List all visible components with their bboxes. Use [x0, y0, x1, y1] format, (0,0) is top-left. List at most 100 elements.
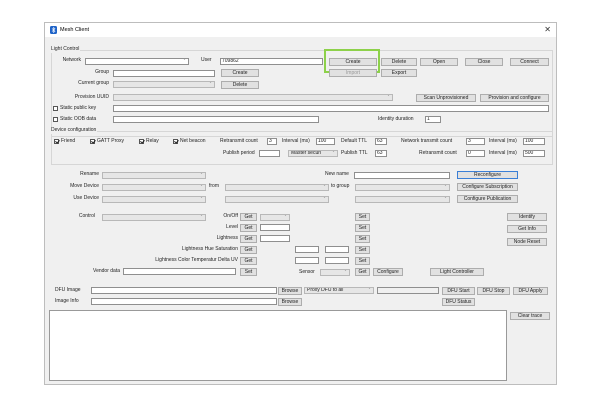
close-icon[interactable]: ✕	[544, 25, 551, 34]
relay-checkbox[interactable]	[139, 139, 144, 144]
user-field[interactable]: 709862	[220, 58, 323, 65]
chevron-down-icon: ﹀	[342, 269, 348, 275]
net-beacon-checkbox[interactable]	[173, 139, 178, 144]
static-oob-field[interactable]	[113, 116, 319, 123]
create-group-button[interactable]: Create	[221, 69, 259, 77]
publish-period-field[interactable]	[259, 150, 280, 157]
ctl-set-button[interactable]: Set	[355, 257, 370, 265]
ctl-delta-uv-field[interactable]	[325, 257, 349, 264]
connect-button[interactable]: Connect	[510, 58, 549, 66]
import-button[interactable]: Import	[329, 69, 377, 77]
open-button[interactable]: Open	[420, 58, 458, 66]
reconfigure-button[interactable]: Reconfigure	[457, 171, 518, 179]
gatt-proxy-label: GATT Proxy	[97, 138, 125, 144]
retransmit-count-field[interactable]: 3	[267, 138, 277, 145]
retransmit-count2-field[interactable]: 0	[466, 150, 485, 157]
default-ttl-field[interactable]: 63	[375, 138, 387, 145]
friend-label: Friend	[61, 138, 76, 144]
saturation-field[interactable]	[325, 246, 349, 253]
use-device-element-dropdown[interactable]: ﹀	[355, 196, 450, 203]
hue-saturation-get-button[interactable]: Get	[240, 246, 257, 254]
onoff-dropdown[interactable]: ﹀	[260, 214, 290, 221]
static-public-key-field[interactable]	[113, 105, 549, 112]
identify-button[interactable]: Identify	[507, 213, 547, 221]
hue-saturation-set-button[interactable]: Set	[355, 246, 370, 254]
vendor-set-button[interactable]: Set	[240, 268, 257, 276]
publish-ttl-label: Publish TTL	[341, 150, 368, 156]
trace-log[interactable]	[49, 310, 507, 381]
master-security-dropdown[interactable]: Master securi ﹀	[288, 150, 338, 157]
identity-duration-field[interactable]: 1	[425, 116, 441, 123]
hue-saturation-label: Lightness Hue Saturation	[181, 246, 238, 252]
network-dropdown[interactable]: ﹀	[85, 58, 189, 65]
scan-unprovisioned-button[interactable]: Scan Unprovisioned	[416, 94, 476, 102]
chevron-down-icon: ﹀	[321, 184, 327, 190]
configure-publication-button[interactable]: Configure Publication	[457, 195, 518, 203]
network-interval-label: Interval (ms)	[489, 138, 517, 144]
lightness-field[interactable]	[260, 235, 290, 242]
delete-group-button[interactable]: Delete	[221, 81, 259, 89]
use-device-model-dropdown[interactable]: ﹀	[225, 196, 329, 203]
lightness-get-button[interactable]: Get	[240, 235, 257, 243]
retransmit-count-label: Retransmit count	[220, 138, 258, 144]
dfu-status-button[interactable]: DFU Status	[442, 298, 475, 306]
chevron-down-icon: ﹀	[321, 196, 327, 202]
control-dropdown[interactable]: ﹀	[102, 214, 206, 221]
clear-trace-button[interactable]: Clear trace	[510, 312, 550, 320]
provision-configure-button[interactable]: Provision and configure	[480, 94, 549, 102]
image-info-browse-button[interactable]: Browse	[278, 298, 302, 306]
publish-ttl-field[interactable]: 63	[375, 150, 387, 157]
friend-checkbox[interactable]	[54, 139, 59, 144]
dfu-start-button[interactable]: DFU Start	[442, 287, 475, 295]
gatt-proxy-checkbox[interactable]	[90, 139, 95, 144]
dfu-browse-button[interactable]: Browse	[278, 287, 302, 295]
dfu-apply-button[interactable]: DFU Apply	[513, 287, 548, 295]
move-device-dropdown[interactable]: ﹀	[102, 184, 206, 191]
sensor-get-button[interactable]: Get	[355, 268, 370, 276]
ctl-temperature-field[interactable]	[295, 257, 319, 264]
onoff-set-button[interactable]: Set	[355, 213, 370, 221]
get-info-button[interactable]: Get Info	[507, 225, 547, 233]
static-oob-checkbox[interactable]	[53, 117, 58, 122]
delete-network-button[interactable]: Delete	[381, 58, 417, 66]
level-get-button[interactable]: Get	[240, 224, 257, 232]
rename-label: Rename	[80, 171, 99, 177]
lightness-set-button[interactable]: Set	[355, 235, 370, 243]
proxy-dfu-dropdown[interactable]: Proxy DFU to all ﹀	[304, 287, 374, 294]
provision-uuid-dropdown[interactable]: ﹀	[113, 94, 393, 101]
level-field[interactable]	[260, 224, 290, 231]
node-reset-button[interactable]: Node Reset	[507, 238, 547, 246]
light-control-label: Light Control	[51, 46, 81, 53]
image-info-field[interactable]	[91, 298, 277, 305]
sensor-configure-button[interactable]: Configure	[373, 268, 403, 276]
chevron-down-icon: ﹀	[282, 214, 288, 220]
light-controller-button[interactable]: Light Controller	[430, 268, 484, 276]
interval-field[interactable]: 100	[316, 138, 335, 145]
static-public-key-checkbox[interactable]	[53, 106, 58, 111]
user-label: User	[201, 57, 212, 63]
group-field[interactable]	[113, 70, 215, 77]
onoff-get-button[interactable]: Get	[240, 213, 257, 221]
level-set-button[interactable]: Set	[355, 224, 370, 232]
use-device-dropdown[interactable]: ﹀	[102, 196, 206, 203]
from-group-dropdown[interactable]: ﹀	[225, 184, 329, 191]
close-button[interactable]: Close	[465, 58, 503, 66]
ctl-get-button[interactable]: Get	[240, 257, 257, 265]
dfu-image-label: DFU Image	[55, 287, 81, 293]
network-interval-field[interactable]: 100	[523, 138, 545, 145]
new-name-field[interactable]	[354, 172, 450, 179]
network-transmit-field[interactable]: 3	[466, 138, 485, 145]
sensor-dropdown[interactable]: ﹀	[320, 269, 350, 276]
current-group-dropdown[interactable]: ﹀	[113, 81, 215, 88]
rename-device-dropdown[interactable]: ﹀	[102, 172, 206, 179]
chevron-down-icon: ﹀	[442, 196, 448, 202]
proxy-dfu-value: Proxy DFU to all	[307, 287, 344, 293]
hue-field[interactable]	[295, 246, 319, 253]
configure-subscription-button[interactable]: Configure Subscription	[457, 183, 518, 191]
dfu-image-field[interactable]	[91, 287, 277, 294]
interval2-field[interactable]: 500	[523, 150, 545, 157]
export-button[interactable]: Export	[381, 69, 417, 77]
dfu-stop-button[interactable]: DFU Stop	[477, 287, 510, 295]
vendor-data-field[interactable]	[123, 268, 236, 275]
to-group-dropdown[interactable]: ﹀	[355, 184, 450, 191]
